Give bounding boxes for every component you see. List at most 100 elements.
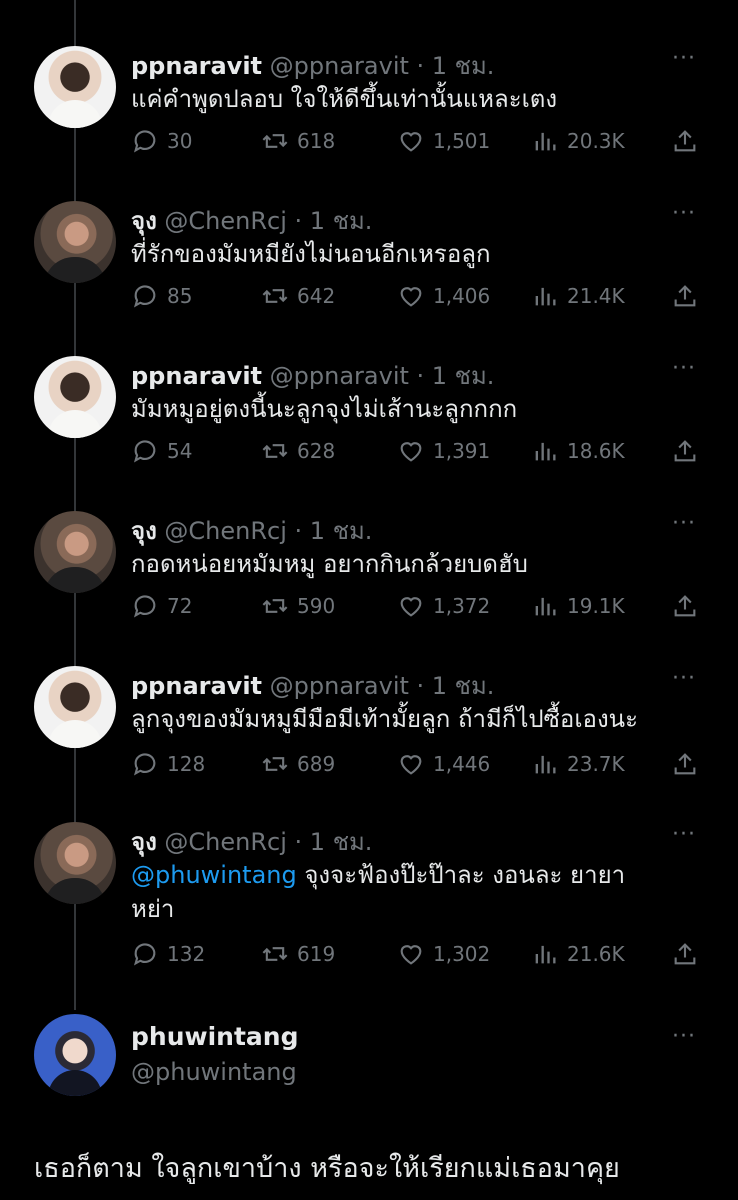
more-options-icon[interactable]: ···	[672, 666, 696, 691]
more-options-icon[interactable]: ···	[672, 46, 696, 71]
more-options-icon[interactable]: ···	[672, 356, 696, 381]
share-button[interactable]	[671, 282, 699, 310]
display-name[interactable]: ppnaravit	[131, 52, 262, 80]
more-options-icon[interactable]: ···	[672, 201, 696, 226]
reply-button[interactable]: 54	[131, 437, 192, 465]
tweet-header: ppnaravit @ppnaravit · 1 ชม.	[131, 356, 494, 395]
like-button[interactable]: 1,372	[397, 592, 490, 620]
tweet-actions: 54 628 1,391 18.6K	[131, 437, 701, 471]
share-icon	[674, 943, 696, 965]
views-icon	[535, 755, 556, 774]
tweet-actions: 72 590 1,372 19.1K	[131, 592, 701, 626]
more-options-icon[interactable]: ···	[672, 511, 696, 536]
retweet-button[interactable]: 628	[261, 437, 335, 465]
reply-count: 30	[167, 129, 193, 153]
reply-button[interactable]: 85	[131, 282, 192, 310]
like-button[interactable]: 1,501	[397, 127, 490, 155]
mention-link[interactable]: @phuwintang	[131, 861, 297, 889]
view-count: 21.6K	[567, 942, 625, 966]
share-icon	[674, 753, 696, 775]
tweet-header: ppnaravit @ppnaravit · 1 ชม.	[131, 46, 494, 85]
reply-icon	[133, 285, 156, 308]
view-count: 18.6K	[567, 439, 625, 463]
share-button[interactable]	[671, 437, 699, 465]
tweet-text: เธอก็ตาม ใจลูกเขาบ้าง หรือจะให้เรียกแม่เ…	[34, 1153, 620, 1184]
retweet-button[interactable]: 590	[261, 592, 335, 620]
tweet-text: @phuwintang จุงจะฟ้องป๊ะป๊าละ งอนละ ยายา…	[131, 858, 661, 926]
display-name[interactable]: จุง	[131, 828, 157, 856]
retweet-icon	[262, 757, 288, 771]
heart-icon	[400, 132, 422, 152]
retweet-button[interactable]: 618	[261, 127, 335, 155]
tweet-actions: 30 618 1,501 20.3K	[131, 127, 701, 161]
retweet-icon	[262, 134, 288, 148]
avatar[interactable]	[34, 511, 116, 593]
handle[interactable]: @phuwintang	[131, 1058, 297, 1086]
views-button[interactable]: 21.4K	[531, 282, 625, 310]
share-button[interactable]	[671, 127, 699, 155]
share-button[interactable]	[671, 750, 699, 778]
retweet-count: 618	[297, 129, 336, 153]
display-name[interactable]: phuwintang	[131, 1022, 298, 1051]
avatar[interactable]	[34, 1014, 116, 1096]
reply-icon	[133, 943, 156, 966]
retweet-count: 628	[297, 439, 336, 463]
views-button[interactable]: 18.6K	[531, 437, 625, 465]
like-count: 1,372	[433, 594, 491, 618]
display-name[interactable]: จุง	[131, 517, 157, 545]
reply-icon	[133, 595, 156, 618]
retweet-icon	[262, 599, 288, 613]
more-options-icon[interactable]: ···	[672, 822, 696, 847]
like-count: 1,391	[433, 439, 491, 463]
handle-time: @ChenRcj · 1 ชม.	[164, 828, 373, 856]
share-button[interactable]	[671, 940, 699, 968]
share-button[interactable]	[671, 592, 699, 620]
view-count: 23.7K	[567, 752, 625, 776]
share-icon	[674, 130, 696, 152]
view-count: 19.1K	[567, 594, 625, 618]
view-count: 21.4K	[567, 284, 625, 308]
tweet-text: ลูกจุงของมัมหมูมีมือมีเท้ามั้ยลูก ถ้ามีก…	[131, 705, 638, 733]
reply-button[interactable]: 72	[131, 592, 192, 620]
tweet-actions: 128 689 1,446 23.7K	[131, 750, 701, 784]
reply-button[interactable]: 30	[131, 127, 192, 155]
display-name[interactable]: ppnaravit	[131, 672, 262, 700]
like-button[interactable]: 1,391	[397, 437, 490, 465]
reply-count: 85	[167, 284, 193, 308]
views-button[interactable]: 19.1K	[531, 592, 625, 620]
views-button[interactable]: 21.6K	[531, 940, 625, 968]
like-count: 1,446	[433, 752, 491, 776]
reply-icon	[133, 753, 156, 776]
like-button[interactable]: 1,446	[397, 750, 490, 778]
views-icon	[535, 132, 556, 151]
retweet-icon	[262, 444, 288, 458]
retweet-button[interactable]: 619	[261, 940, 335, 968]
tweet-header: จุง @ChenRcj · 1 ชม.	[131, 822, 372, 861]
avatar[interactable]	[34, 46, 116, 128]
tweet-header: จุง @ChenRcj · 1 ชม.	[131, 201, 372, 240]
display-name[interactable]: จุง	[131, 207, 157, 235]
like-count: 1,302	[433, 942, 491, 966]
more-options-icon[interactable]: ···	[672, 1024, 696, 1049]
like-button[interactable]: 1,406	[397, 282, 490, 310]
avatar[interactable]	[34, 201, 116, 283]
reply-button[interactable]: 132	[131, 940, 205, 968]
retweet-count: 642	[297, 284, 336, 308]
retweet-icon	[262, 289, 288, 303]
handle-time: @ppnaravit · 1 ชม.	[269, 52, 495, 80]
heart-icon	[400, 755, 422, 775]
tweet-header: จุง @ChenRcj · 1 ชม.	[131, 511, 372, 550]
display-name[interactable]: ppnaravit	[131, 362, 262, 390]
like-count: 1,406	[433, 284, 491, 308]
avatar[interactable]	[34, 356, 116, 438]
views-button[interactable]: 20.3K	[531, 127, 625, 155]
retweet-button[interactable]: 689	[261, 750, 335, 778]
reply-button[interactable]: 128	[131, 750, 205, 778]
retweet-button[interactable]: 642	[261, 282, 335, 310]
views-icon	[535, 287, 556, 306]
tweet-text: ที่รักของมัมหมียังไม่นอนอีกเหรอลูก	[131, 240, 491, 268]
like-button[interactable]: 1,302	[397, 940, 490, 968]
avatar[interactable]	[34, 822, 116, 904]
views-button[interactable]: 23.7K	[531, 750, 625, 778]
avatar[interactable]	[34, 666, 116, 748]
